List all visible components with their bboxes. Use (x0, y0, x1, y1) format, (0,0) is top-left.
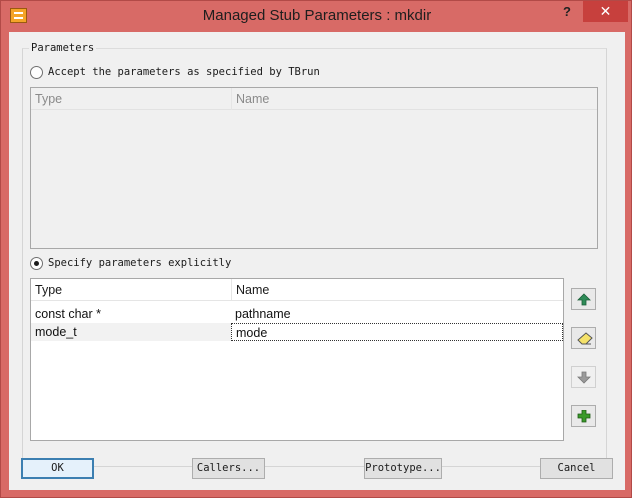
specify-explicit-radio[interactable] (30, 257, 43, 270)
column-header-type[interactable]: Type (31, 279, 231, 301)
move-up-button[interactable] (571, 288, 596, 310)
move-down-button[interactable] (571, 366, 596, 388)
help-button[interactable]: ? (553, 1, 581, 23)
dialog-body: Parameters Accept the parameters as spec… (9, 32, 625, 490)
column-header-type[interactable]: Type (31, 88, 231, 110)
arrow-up-icon (577, 293, 591, 306)
add-button[interactable] (571, 405, 596, 427)
param-type-cell[interactable]: mode_t (31, 323, 231, 341)
ok-button[interactable]: OK (21, 458, 94, 479)
tbrun-table-header: Type Name (31, 88, 597, 110)
table-row[interactable]: const char * pathname (31, 305, 563, 323)
window-title: Managed Stub Parameters : mkdir (202, 7, 432, 24)
accept-tbrun-radio[interactable] (30, 66, 43, 79)
arrow-down-icon (577, 371, 591, 384)
explicit-table-header: Type Name (31, 279, 563, 301)
title-bar[interactable]: Managed Stub Parameters : mkdir ? ✕ (1, 1, 632, 32)
explicit-parameters-table[interactable]: Type Name const char * pathname mode_t m… (30, 278, 564, 441)
table-row[interactable]: mode_t mode (31, 323, 563, 341)
tbrun-parameters-table[interactable]: Type Name (30, 87, 598, 249)
edit-button[interactable] (571, 327, 596, 349)
eraser-icon (577, 332, 593, 345)
close-button[interactable]: ✕ (583, 1, 628, 22)
prototype-button[interactable]: Prototype... (364, 458, 442, 479)
param-type-cell[interactable]: const char * (31, 305, 231, 323)
param-name-cell[interactable]: pathname (231, 305, 563, 323)
cancel-button[interactable]: Cancel (540, 458, 613, 479)
specify-explicit-label[interactable]: Specify parameters explicitly (48, 257, 231, 269)
plus-icon (577, 410, 591, 423)
callers-button[interactable]: Callers... (192, 458, 265, 479)
column-header-name[interactable]: Name (231, 88, 597, 110)
param-name-cell[interactable]: mode (231, 323, 563, 341)
parameters-group-label: Parameters (29, 42, 97, 54)
column-header-name[interactable]: Name (231, 279, 563, 301)
dialog-window: Managed Stub Parameters : mkdir ? ✕ Para… (0, 0, 632, 498)
accept-tbrun-label[interactable]: Accept the parameters as specified by TB… (48, 66, 320, 78)
